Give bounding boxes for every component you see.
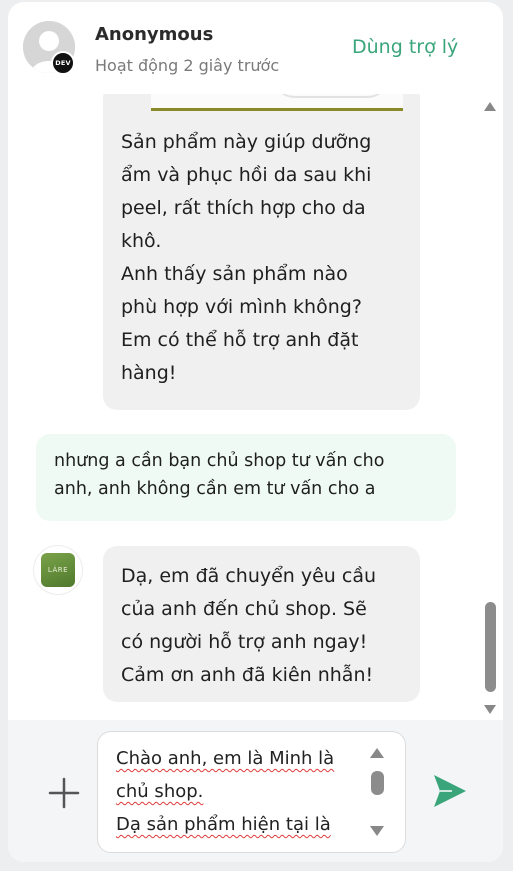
bot-message-line: Cảm ơn anh đã kiên nhẫn! bbox=[121, 664, 374, 686]
shop-avatar: LÁRE bbox=[34, 546, 82, 594]
product-image bbox=[151, 94, 403, 111]
input-line: Dạ sản phẩm hiện tại là bbox=[116, 808, 365, 841]
chat-scrollbar-thumb[interactable] bbox=[485, 602, 496, 692]
user-message-line: anh, anh không cần em tư vấn cho a bbox=[54, 479, 376, 499]
message-composer: Chào anh, em là Minh là chủ shop. Dạ sản… bbox=[8, 720, 503, 862]
plus-icon[interactable] bbox=[48, 777, 80, 809]
user-status: Hoạt động 2 giây trước bbox=[95, 56, 280, 75]
input-scroll-up-icon[interactable] bbox=[370, 748, 384, 758]
bot-message-line: Dạ, em đã chuyển yêu cầu bbox=[121, 565, 377, 587]
dev-badge: DEV bbox=[51, 51, 75, 75]
input-text: Dạ sản phẩm hiện tại là bbox=[116, 814, 331, 835]
bot-message-line: ẩm và phục hồi da sau khi bbox=[121, 164, 372, 186]
bot-message-2: Dạ, em đã chuyển yêu cầu của anh đến chủ… bbox=[103, 546, 420, 702]
bot-message-line: của anh đến chủ shop. Sẽ bbox=[121, 598, 367, 620]
send-icon[interactable] bbox=[428, 770, 470, 812]
bot-message-line: phù hợp với mình không? bbox=[121, 296, 362, 318]
input-text: chủ shop. bbox=[116, 781, 204, 802]
bot-message-line: Anh thấy sản phẩm nào bbox=[121, 263, 348, 285]
shop-logo: LÁRE bbox=[41, 553, 75, 587]
input-line: chủ shop. bbox=[116, 775, 365, 808]
user-name: Anonymous bbox=[95, 24, 214, 45]
bot-message-line: Em có thể hỗ trợ anh đặt bbox=[121, 329, 359, 351]
chat-panel: DEV Anonymous Hoạt động 2 giây trước Dùn… bbox=[8, 2, 503, 862]
message-input[interactable]: Chào anh, em là Minh là chủ shop. Dạ sản… bbox=[97, 731, 406, 853]
user-message-line: nhưng a cần bạn chủ shop tư vấn cho bbox=[54, 451, 385, 471]
bot-message-line: Sản phẩm này giúp dưỡng bbox=[121, 131, 372, 153]
use-assistant-button[interactable]: Dùng trợ lý bbox=[352, 36, 458, 58]
input-scrollbar-thumb[interactable] bbox=[371, 771, 384, 795]
input-text: Chào anh, em là Minh là bbox=[116, 748, 335, 769]
chat-scroll-down-icon[interactable] bbox=[484, 705, 496, 714]
bot-message-line: peel, rất thích hợp cho da bbox=[121, 197, 366, 219]
bot-message-line: có người hỗ trợ anh ngay! bbox=[121, 631, 368, 653]
bot-message-line: hàng! bbox=[121, 362, 177, 384]
chat-messages[interactable]: Sản phẩm này giúp dưỡng ẩm và phục hồi d… bbox=[8, 94, 503, 720]
chat-scroll-up-icon[interactable] bbox=[484, 102, 496, 111]
input-scroll-down-icon[interactable] bbox=[370, 826, 384, 836]
input-line: Chào anh, em là Minh là bbox=[116, 742, 365, 775]
bot-message-line: khô. bbox=[121, 230, 162, 252]
bot-message-1: Sản phẩm này giúp dưỡng ẩm và phục hồi d… bbox=[103, 94, 420, 410]
product-image-graphic bbox=[271, 94, 391, 98]
user-message-1: nhưng a cần bạn chủ shop tư vấn cho anh,… bbox=[36, 434, 456, 521]
